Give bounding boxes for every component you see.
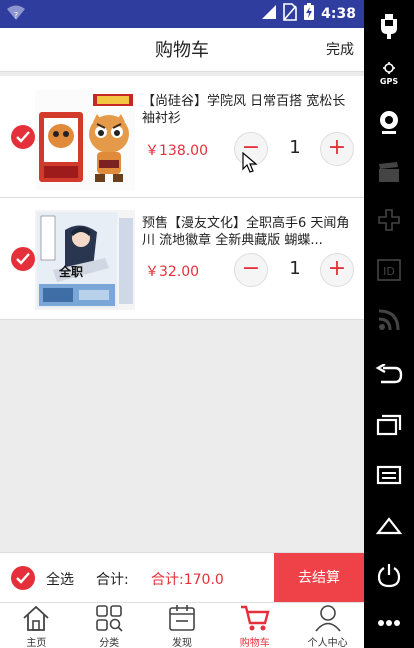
no-sim-icon [283, 3, 297, 25]
discover-icon [169, 605, 195, 631]
nav-label: 主页 [26, 638, 47, 648]
checkout-button[interactable]: 去结算 [274, 553, 364, 603]
increase-quantity-button[interactable]: + [320, 253, 354, 287]
done-button[interactable]: 完成 [326, 39, 354, 59]
product-image[interactable]: 全职 [35, 210, 135, 310]
check-icon [16, 572, 30, 584]
recent-apps-icon[interactable] [364, 414, 414, 440]
bottom-navigation: 主页 分类 发现 购物车 个人中心 [0, 602, 364, 648]
item-price: ￥138.00 [145, 143, 208, 159]
clapperboard-icon[interactable] [364, 160, 414, 188]
checkout-bar: 全选 合计: 合计:170.0 去结算 [0, 552, 364, 603]
check-icon [16, 253, 30, 265]
mouse-cursor-icon [242, 151, 258, 178]
cart-item: 【尚硅谷】学院风 日常百搭 宽松长袖衬衫 ￥138.00 − 1 + [0, 76, 364, 198]
menu-icon[interactable] [364, 464, 414, 490]
signal-icon [261, 4, 277, 24]
plus-icon: + [327, 256, 347, 281]
nav-cart[interactable]: 购物车 [218, 603, 291, 648]
product-image[interactable] [35, 90, 135, 190]
device-id-icon[interactable]: ID [364, 258, 414, 286]
nav-profile[interactable]: 个人中心 [291, 603, 364, 648]
cart-item: 全职 预售【漫友文化】全职高手6 天闻角川 流地徽章 全新典藏版 蝴蝶... ￥… [0, 198, 364, 320]
item-checkbox[interactable] [11, 247, 35, 271]
home-button-icon[interactable] [364, 514, 414, 540]
minus-icon: − [241, 256, 261, 281]
power-icon[interactable] [364, 12, 414, 44]
home-icon [23, 605, 49, 631]
select-all-checkbox[interactable] [11, 566, 35, 590]
item-checkbox[interactable] [11, 125, 35, 149]
gps-label: GPS [380, 77, 398, 86]
nav-label: 分类 [99, 638, 120, 648]
quantity-value: 1 [289, 258, 301, 279]
battery-charging-icon [303, 3, 315, 25]
item-title[interactable]: 预售【漫友文化】全职高手6 天闻角川 流地徽章 全新典藏版 蝴蝶... [142, 215, 354, 249]
plus-icon: + [327, 135, 347, 160]
power-button-icon[interactable] [364, 562, 414, 592]
select-all-label[interactable]: 全选 [46, 569, 74, 589]
svg-text:?: ? [14, 11, 18, 20]
item-title[interactable]: 【尚硅谷】学院风 日常百搭 宽松长袖衬衫 [142, 93, 354, 127]
total-value: 合计:170.0 [151, 572, 224, 588]
back-icon[interactable] [364, 362, 414, 390]
user-icon [314, 605, 341, 632]
page-title: 购物车 [155, 40, 209, 61]
phone-screen: ? 4:38 购物车 完成 【尚硅谷】学院风 日常百搭 宽松长袖衬衫 ￥138.… [0, 0, 364, 648]
gps-icon[interactable]: GPS [364, 62, 414, 90]
nav-label: 个人中心 [307, 638, 348, 648]
increase-quantity-button[interactable]: + [320, 132, 354, 166]
dpad-icon[interactable] [364, 208, 414, 236]
total-label: 合计: [96, 572, 129, 588]
cart-icon [240, 605, 270, 631]
rss-icon[interactable] [364, 308, 414, 336]
nav-home[interactable]: 主页 [0, 603, 73, 648]
category-icon [96, 605, 123, 632]
nav-label: 发现 [171, 638, 192, 648]
emulator-side-panel: GPS ID [364, 0, 414, 648]
webcam-icon[interactable] [364, 110, 414, 140]
nav-label: 购物车 [239, 638, 270, 648]
more-icon[interactable] [364, 614, 414, 633]
title-bar: 购物车 完成 [0, 28, 364, 72]
svg-text:全职: 全职 [58, 264, 83, 279]
nav-discover[interactable]: 发现 [146, 603, 219, 648]
decrease-quantity-button[interactable]: − [234, 253, 268, 287]
quantity-value: 1 [289, 137, 301, 158]
nav-category[interactable]: 分类 [73, 603, 146, 648]
wifi-question-icon: ? [6, 4, 28, 24]
check-icon [16, 131, 30, 143]
id-label: ID [383, 265, 395, 278]
item-price: ￥32.00 [145, 264, 200, 280]
status-time: 4:38 [321, 6, 356, 22]
status-bar: ? 4:38 [0, 0, 364, 28]
